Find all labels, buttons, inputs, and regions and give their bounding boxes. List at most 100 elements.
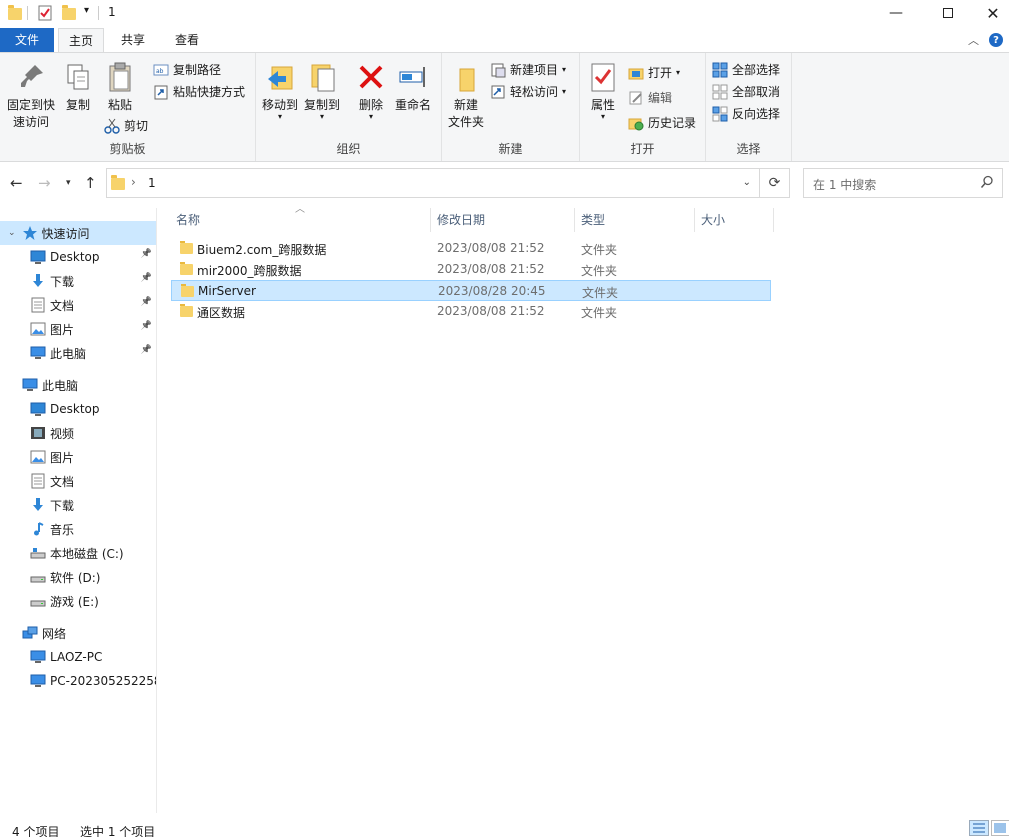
nav-item[interactable]: 下载 (0, 493, 156, 517)
tab-view[interactable]: 查看 (164, 28, 210, 52)
cut-label: 剪切 (124, 119, 149, 133)
search-input[interactable]: 在 1 中搜索 (803, 168, 1003, 198)
back-arrow-icon[interactable]: ← (10, 174, 23, 192)
column-divider[interactable] (574, 208, 575, 232)
nav-item[interactable]: 文档 (0, 469, 156, 493)
column-header-size[interactable]: 大小 (701, 208, 725, 232)
nav-item-label: 文档 (50, 298, 75, 313)
nav-item[interactable]: Desktop 📌 (0, 245, 156, 269)
table-row[interactable]: MirServer 2023/08/28 20:45 文件夹 (171, 280, 771, 301)
nav-item[interactable]: 游戏 (E:) (0, 589, 156, 613)
column-divider[interactable] (430, 208, 431, 232)
table-row[interactable]: mir2000_跨服数据 2023/08/08 21:52 文件夹 (171, 259, 771, 280)
up-arrow-icon[interactable]: ↑ (84, 174, 97, 192)
folder-icon (8, 5, 22, 21)
select-all-label: 全部选择 (732, 63, 781, 77)
properties-button[interactable]: 属性 ▾ (586, 61, 620, 121)
pin-icon: 📌 (140, 345, 152, 355)
customize-quick-access-icon[interactable]: ▾ (84, 5, 89, 16)
table-row[interactable]: Biuem2.com_跨服数据 2023/08/08 21:52 文件夹 (171, 238, 771, 259)
open-button[interactable]: 打开 ▾ (628, 63, 680, 83)
search-icon[interactable] (980, 175, 994, 192)
nav-quick-access[interactable]: ⌄ 快速访问 (0, 221, 156, 245)
nav-item[interactable]: 文档 📌 (0, 293, 156, 317)
nav-item[interactable]: PC-202305252258 (0, 669, 156, 693)
copy-path-button[interactable]: ab 复制路径 (153, 60, 221, 80)
nav-item[interactable]: 本地磁盘 (C:) (0, 541, 156, 565)
history-icon (628, 115, 644, 131)
copy-to-dropdown-icon: ▾ (319, 112, 324, 121)
invert-selection-button[interactable]: 反向选择 (712, 104, 780, 124)
rename-button[interactable]: 重命名 (392, 61, 434, 114)
nav-item[interactable]: 音乐 (0, 517, 156, 541)
copy-to-button[interactable]: 复制到 ▾ (302, 61, 342, 121)
nav-item[interactable]: 图片 📌 (0, 317, 156, 341)
invert-selection-label: 反向选择 (732, 107, 781, 121)
search-placeholder: 在 1 中搜索 (813, 178, 877, 192)
nav-item-label: PC-202305252258 (50, 674, 156, 688)
collapse-ribbon-icon[interactable]: ︿ (968, 32, 979, 48)
computer-icon (30, 345, 46, 361)
pin-quick-access-button[interactable]: 固定到快 速访问 (4, 61, 58, 131)
nav-item[interactable]: 视频 (0, 421, 156, 445)
nav-item[interactable]: LAOZ-PC (0, 645, 156, 669)
address-dropdown-icon[interactable]: ⌄ (743, 177, 751, 188)
column-header-name[interactable]: 名称 (176, 208, 200, 232)
maximize-button[interactable] (925, 0, 971, 26)
nav-item-label: 本地磁盘 (C:) (50, 546, 124, 561)
help-icon[interactable]: ? (989, 33, 1003, 47)
new-folder-quick-icon[interactable] (62, 5, 76, 21)
select-all-button[interactable]: 全部选择 (712, 60, 780, 80)
nav-this-pc[interactable]: 此电脑 (0, 373, 156, 397)
tab-home[interactable]: 主页 (58, 28, 104, 52)
picture-icon (30, 321, 46, 337)
easy-access-button[interactable]: 轻松访问 ▾ (490, 82, 566, 102)
large-icons-view-icon[interactable] (991, 820, 1009, 836)
navigation-pane: ⌄ 快速访问 Desktop 📌 下载 📌 文档 📌 图片 📌 此电脑 📌 此电脑 Desktop… (0, 208, 157, 813)
paste-shortcut-button[interactable]: 粘贴快捷方式 (153, 82, 245, 102)
nav-item[interactable]: 此电脑 📌 (0, 341, 156, 365)
nav-item[interactable]: Desktop (0, 397, 156, 421)
select-none-button[interactable]: 全部取消 (712, 82, 780, 102)
tab-share[interactable]: 共享 (110, 28, 156, 52)
cut-button[interactable]: 剪切 (104, 116, 148, 136)
table-row[interactable]: 通区数据 2023/08/08 21:52 文件夹 (171, 301, 771, 322)
history-button[interactable]: 历史记录 (628, 113, 696, 133)
folder-icon (181, 284, 194, 297)
column-divider[interactable] (773, 208, 774, 232)
close-button[interactable]: ✕ (970, 0, 1009, 26)
new-folder-button[interactable]: 新建 文件夹 (446, 61, 486, 131)
collapse-icon[interactable]: ⌄ (8, 228, 16, 238)
nav-item[interactable]: 下载 📌 (0, 269, 156, 293)
folder-icon (180, 241, 193, 254)
details-view-icon[interactable] (969, 820, 989, 836)
new-group-label: 新建 (498, 142, 523, 156)
column-divider[interactable] (694, 208, 695, 232)
copy-button[interactable]: 复制 (60, 61, 96, 114)
refresh-button[interactable]: ⟳ (760, 168, 790, 198)
properties-quick-icon[interactable] (38, 5, 52, 21)
edit-button[interactable]: 编辑 (628, 88, 672, 108)
desktop-icon (30, 249, 46, 265)
file-type: 文件夹 (581, 243, 618, 257)
new-item-dropdown-icon: ▾ (562, 65, 567, 74)
delete-button[interactable]: 删除 ▾ (354, 61, 388, 121)
nav-item[interactable]: 软件 (D:) (0, 565, 156, 589)
breadcrumb-item[interactable]: 1 (148, 176, 156, 190)
nav-item-label: Desktop (50, 250, 100, 264)
new-item-button[interactable]: 新建项目 ▾ (490, 60, 566, 80)
paste-button[interactable]: 粘贴 (100, 61, 140, 114)
recent-locations-icon[interactable]: ▾ (66, 178, 71, 188)
copy-label: 复制 (65, 98, 90, 112)
minimize-button[interactable]: — (873, 0, 919, 26)
tab-file[interactable]: 文件 (0, 28, 54, 52)
nav-network[interactable]: 网络 (0, 621, 156, 645)
nav-item[interactable]: 图片 (0, 445, 156, 469)
address-bar[interactable]: › 1 ⌄ (106, 168, 760, 198)
move-to-button[interactable]: 移动到 ▾ (260, 61, 300, 121)
select-group-label: 选择 (736, 142, 761, 156)
column-header-type[interactable]: 类型 (581, 208, 605, 232)
forward-arrow-icon[interactable]: → (38, 174, 51, 192)
column-header-modified[interactable]: 修改日期 (437, 208, 485, 232)
copy-to-icon (306, 61, 338, 93)
